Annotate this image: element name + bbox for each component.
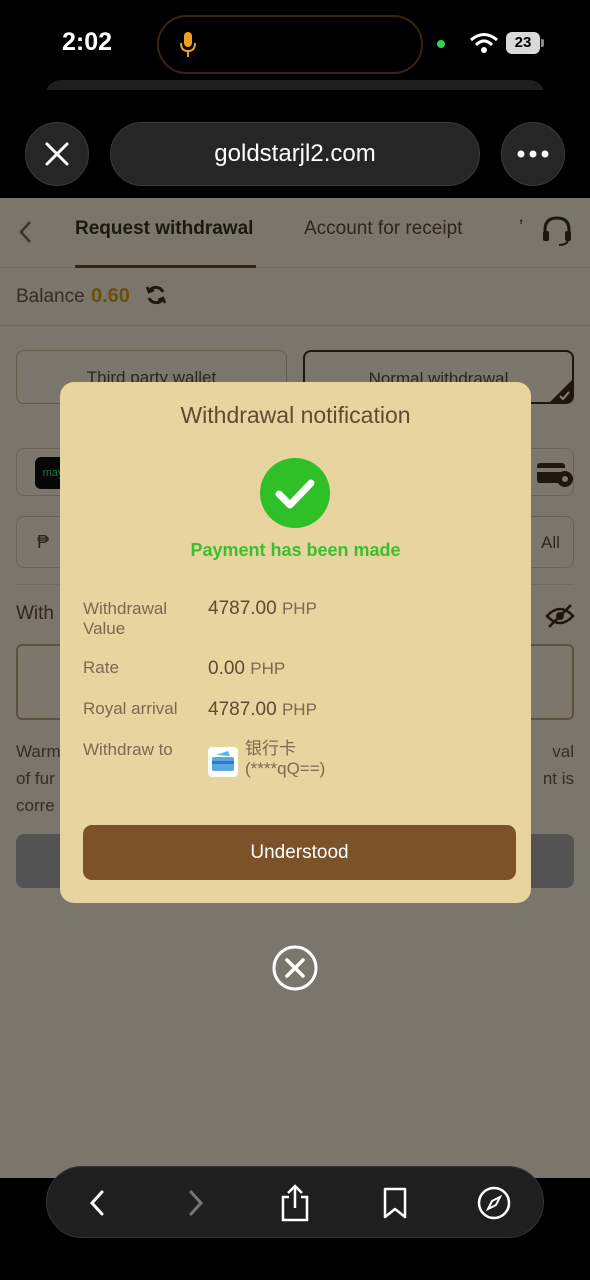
dynamic-island (157, 15, 423, 74)
bookmark-button[interactable] (375, 1183, 415, 1223)
royal-arrival-value: 4787.00 PHP (208, 699, 317, 720)
withdrawal-value-label: Withdrawal Value (83, 599, 168, 638)
status-bar: 2:02 23 (0, 0, 590, 100)
compass-button[interactable] (474, 1183, 514, 1223)
compass-icon (477, 1186, 511, 1220)
more-button[interactable] (501, 122, 565, 186)
wifi-icon (470, 33, 498, 53)
royal-arrival-label: Royal arrival (83, 699, 178, 718)
battery-icon: 23 (506, 32, 544, 54)
back-button[interactable] (77, 1183, 117, 1223)
close-tab-button[interactable] (25, 122, 89, 186)
forward-button[interactable] (176, 1183, 216, 1223)
privacy-indicator (437, 40, 445, 48)
browser-top-bar: goldstarjl2.com (0, 90, 590, 198)
withdraw-to-label: Withdraw to (83, 740, 173, 759)
rate-value: 0.00 PHP (208, 658, 286, 679)
forward-icon (189, 1190, 204, 1216)
bookmark-icon (383, 1187, 407, 1219)
status-time: 2:02 (62, 28, 113, 56)
share-button[interactable] (275, 1183, 315, 1223)
close-icon (45, 142, 69, 166)
check-circle-icon (260, 458, 330, 528)
bank-name: 银行卡 (****qQ==) (245, 739, 326, 778)
payment-status: Payment has been made (190, 540, 401, 560)
withdrawal-notification-modal: Withdrawal notification Payment has been… (60, 382, 531, 903)
withdrawal-value: 4787.00 PHP (208, 598, 317, 619)
url-bar[interactable]: goldstarjl2.com (110, 122, 480, 186)
modal-title: Withdrawal notification (180, 402, 411, 428)
battery-level: 23 (506, 32, 540, 54)
understood-button[interactable]: Understood (83, 825, 516, 880)
microphone-icon (180, 32, 196, 57)
more-icon (517, 150, 549, 158)
browser-toolbar (46, 1166, 544, 1238)
close-circle-icon[interactable] (272, 945, 318, 991)
rate-label: Rate (83, 658, 119, 677)
back-icon (89, 1190, 104, 1216)
bank-card-icon (208, 747, 238, 777)
share-icon (281, 1184, 309, 1222)
